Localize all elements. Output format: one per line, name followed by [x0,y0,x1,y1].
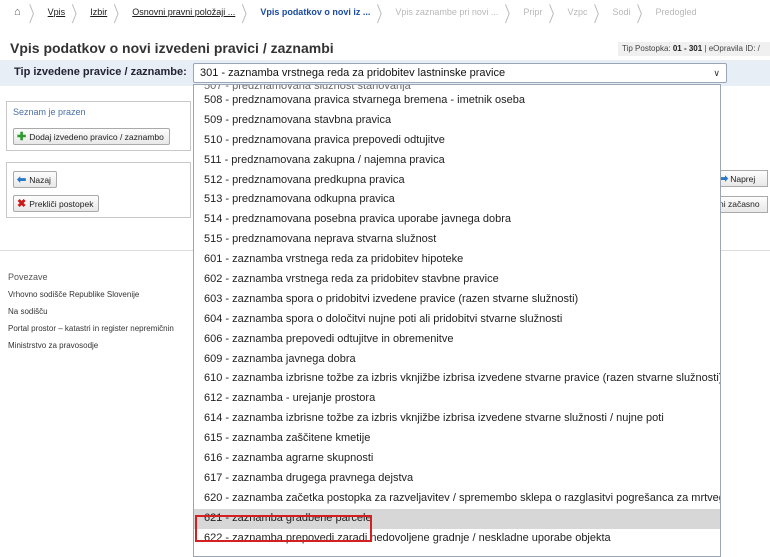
dropdown-option[interactable]: 601 - zaznamba vrstnega reda za pridobit… [194,250,720,270]
back-button[interactable]: ⬅ Nazaj [13,171,57,188]
link-na-sodiscu[interactable]: Na sodišču [8,307,174,316]
save-temporarily-label: ni začasno [719,199,760,209]
close-icon: ✖ [17,198,27,210]
breadcrumb: ⌂ 〉 Vpis 〉 Izbir 〉 Osnovni pravni položaji … [0,0,770,24]
next-button[interactable]: ➡ Naprej [718,170,768,187]
dropdown-option[interactable]: 610 - zaznamba izbrisne tožbe za izbris … [194,369,720,389]
dropdown-option[interactable]: 514 - predznamovana posebna pravica upor… [194,210,720,230]
save-temporarily-button[interactable]: ni začasno [718,196,768,213]
cancel-label: Prekliči postopek [29,198,94,209]
dropdown-option[interactable]: 620 - zaznamba začetka postopka za razve… [194,489,720,509]
next-label: Naprej [730,173,756,184]
dropdown-option[interactable]: 615 - zaznamba zaščitene kmetije [194,429,720,449]
dropdown-option[interactable]: 616 - zaznamba agrarne skupnosti [194,449,720,469]
dropdown-option[interactable]: 604 - zaznamba spora o določitvi nujne p… [194,310,720,330]
link-vrhovno-sodisce[interactable]: Vrhovno sodišče Republike Slovenije [8,290,174,299]
dropdown-option[interactable]: 614 - zaznamba izbrisne tožbe za izbris … [194,409,720,429]
dropdown-option[interactable]: 515 - predznamovana neprava stvarna služ… [194,230,720,250]
rights-list-panel: Seznam je prazen ✚ Dodaj izvedeno pravic… [6,101,191,151]
breadcrumb-item-izbira[interactable]: 〉 Izbir [65,2,107,24]
add-right-label: Dodaj izvedeno pravico / zaznambo [29,131,164,142]
type-select[interactable]: 301 - zaznamba vrstnega reda za pridobit… [193,63,727,83]
breadcrumb-item-vzpc: 〉 Vzpc [548,1,588,24]
chevron-down-icon: ∨ [713,68,720,78]
arrow-left-icon: ⬅ [17,174,27,186]
dropdown-option-highlighted[interactable]: 621 - zaznamba gradbene parcele [194,508,720,529]
dropdown-option[interactable]: 617 - zaznamba drugega pravnega dejstva [194,469,720,489]
dropdown-option[interactable]: 602 - zaznamba vrstnega reda za pridobit… [194,270,720,290]
dropdown-option[interactable]: 603 - zaznamba spora o pridobitvi izvede… [194,290,720,310]
breadcrumb-item-pripr: 〉 Pripr [504,1,543,24]
page-title: Vpis podatkov o novi izvedeni pravici / … [10,40,334,56]
add-right-button[interactable]: ✚ Dodaj izvedeno pravico / zaznambo [13,128,170,145]
dropdown-option[interactable]: 612 - zaznamba - urejanje prostora [194,389,720,409]
plus-icon: ✚ [17,131,27,143]
breadcrumb-item-current: 〉 Vpis podatkov o novi iz ... [241,1,371,24]
dropdown-option[interactable]: 609 - zaznamba javnega dobra [194,350,720,370]
links-section: Povezave Vrhovno sodišče Republike Slove… [8,272,174,358]
dropdown-option[interactable]: 511 - predznamovana zakupna / najemna pr… [194,151,720,171]
procedure-type-info: Tip Postopka: 01 - 301 | eOpravila ID: / [618,42,770,56]
dropdown-option[interactable]: 512 - predznamovana predkupna pravica [194,171,720,191]
cancel-procedure-button[interactable]: ✖ Prekliči postopek [13,195,100,212]
dropdown-option[interactable]: 622 - zaznamba prepovedi zaradi nedovolj… [194,529,720,549]
breadcrumb-item-sodi: 〉 Sodi [593,1,631,24]
type-select-label: Tip izvedene pravice / zaznambe: [14,66,187,78]
home-icon[interactable]: ⌂ [14,6,21,18]
link-ministrstvo[interactable]: Ministrstvo za pravosodje [8,341,174,350]
link-portal-prostor[interactable]: Portal prostor – katastri in register ne… [8,324,174,333]
dropdown-option[interactable]: 508 - predznamovana pravica stvarnega br… [194,91,720,111]
dropdown-option[interactable]: 606 - zaznamba prepovedi odtujitve in ob… [194,330,720,350]
empty-list-text: Seznam je prazen [13,107,86,117]
back-label: Nazaj [29,174,51,185]
dropdown-option[interactable]: 510 - predznamovana pravica prepovedi od… [194,131,720,151]
dropdown-option[interactable]: 509 - predznamovana stavbna pravica [194,111,720,131]
breadcrumb-item-zaznamba: 〉 Vpis zaznambe pri novi ... [376,1,499,24]
links-heading: Povezave [8,272,48,282]
breadcrumb-item-vpis[interactable]: 〉 Vpis [23,2,66,24]
type-dropdown-list[interactable]: 507 - predznamovana služnost stanovanja … [193,84,721,557]
breadcrumb-item-predogled: 〉 Predogled [636,1,697,24]
navigation-panel: ⬅ Nazaj ✖ Prekliči postopek [6,162,191,218]
type-select-value: 301 - zaznamba vrstnega reda za pridobit… [200,67,506,79]
breadcrumb-item-osnovni[interactable]: 〉 Osnovni pravni položaji ... [107,2,235,24]
dropdown-option[interactable]: 513 - predznamovana odkupna pravica [194,190,720,210]
